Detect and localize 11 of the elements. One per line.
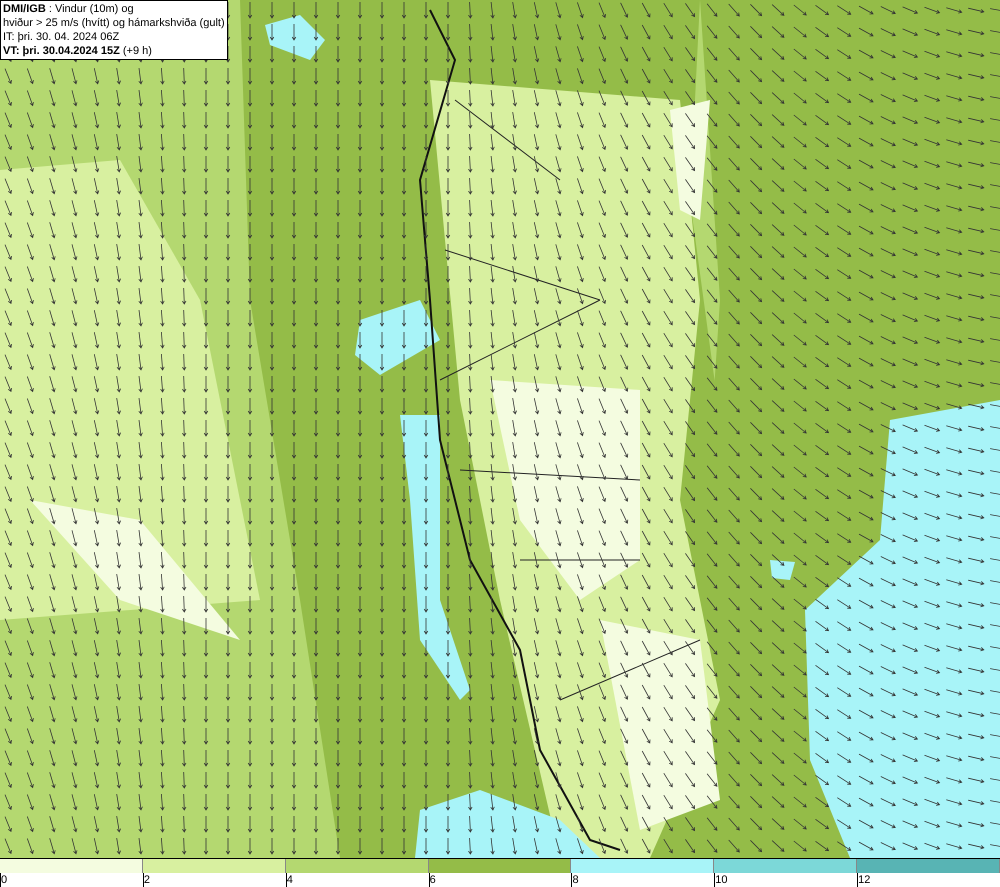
legend-tick-label: 6 <box>430 874 436 886</box>
info-line: hviður > 25 m/s (hvítt) og hámarkshviða (gult) <box>3 16 225 30</box>
legend-tick-label: 12 <box>858 874 870 886</box>
legend-tick-label: 2 <box>144 874 150 886</box>
info-line: IT: þri. 30. 04. 2024 06Z <box>3 30 120 44</box>
legend-tick-label: 8 <box>572 874 579 886</box>
legend-tick-label: 10 <box>715 874 728 886</box>
legend-tick-label: 4 <box>286 874 293 886</box>
legend-tick-label: 0 <box>1 874 8 886</box>
info-line: DMI/IGB : Vindur (10m) og <box>3 2 135 16</box>
info-line: VT: þri. 30.04.2024 15Z (+9 h) <box>3 44 153 58</box>
